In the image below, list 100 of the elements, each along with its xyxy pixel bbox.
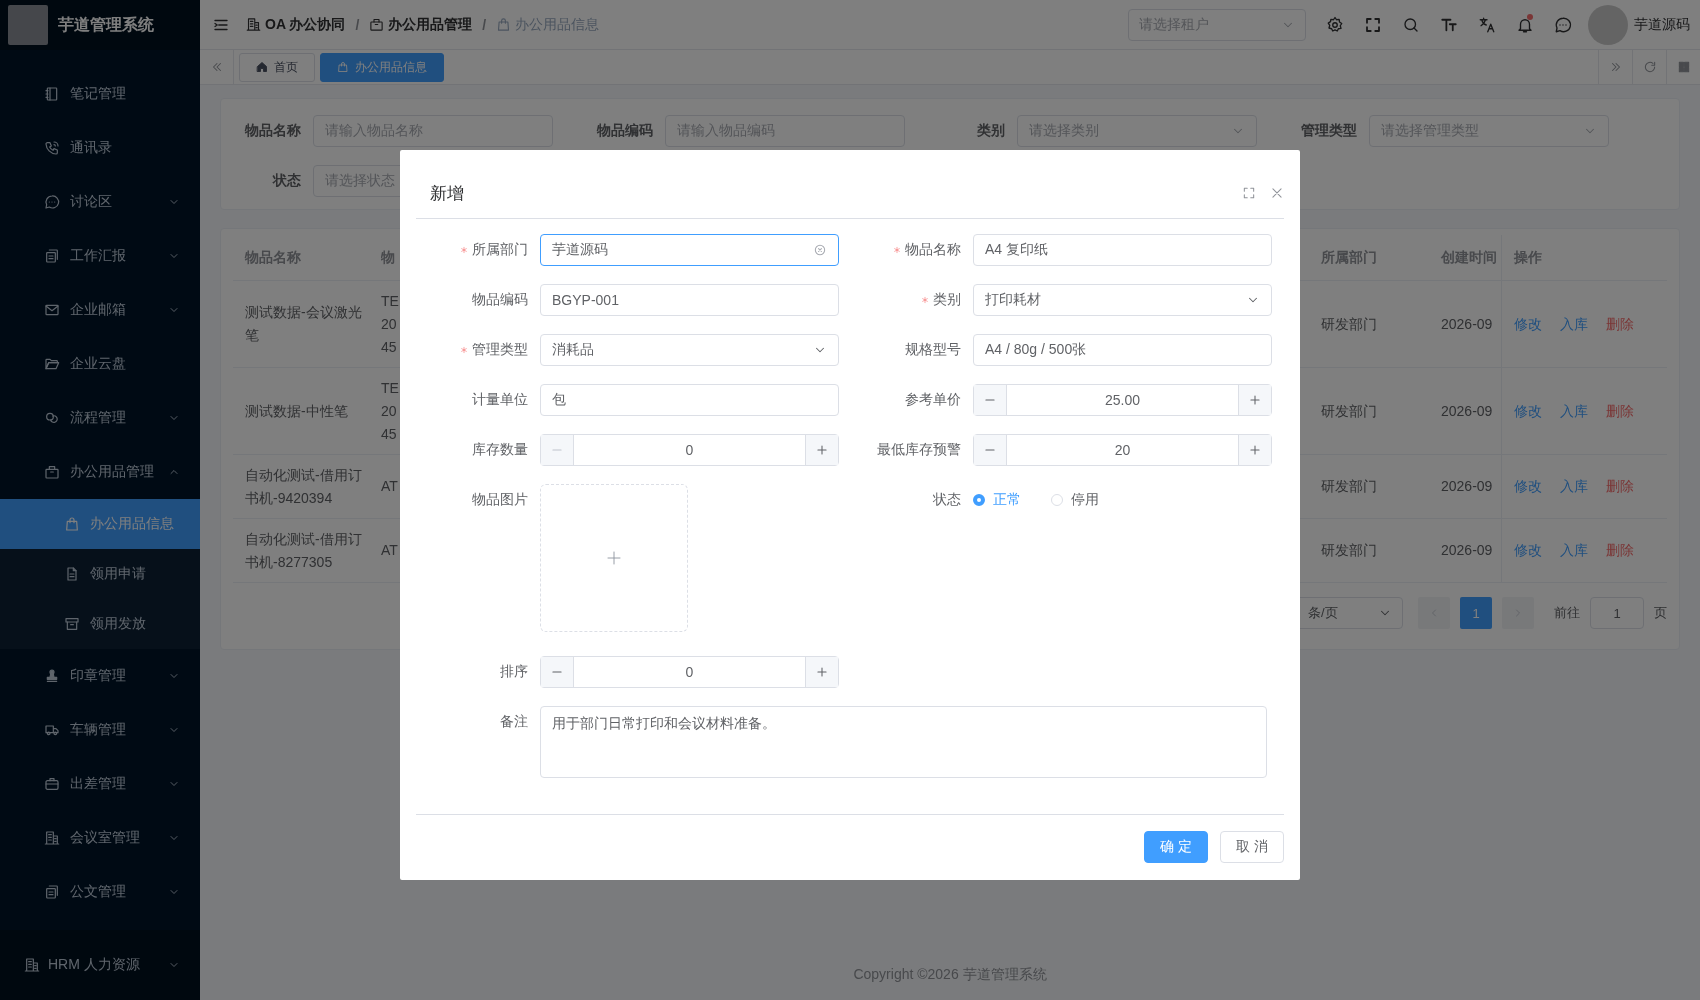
- page-input[interactable]: 1: [1590, 597, 1644, 629]
- sidebar-item[interactable]: 办公用品管理: [0, 445, 200, 499]
- sidebar-item[interactable]: 企业云盘: [0, 337, 200, 391]
- input-field[interactable]: A4 复印纸: [973, 234, 1272, 266]
- sidebar-subitem[interactable]: 领用发放: [0, 599, 200, 649]
- number-input[interactable]: 0: [540, 656, 839, 688]
- field-label: 最低库存预警: [877, 441, 961, 459]
- number-input[interactable]: 25.00: [973, 384, 1272, 416]
- radio-option[interactable]: 正常: [973, 491, 1021, 509]
- user-menu[interactable]: 芋道源码: [1588, 4, 1690, 45]
- increase-button[interactable]: [1238, 435, 1271, 465]
- sidebar-item[interactable]: 印章管理: [0, 649, 200, 703]
- select-field[interactable]: 消耗品: [540, 334, 839, 366]
- plus-icon: [605, 549, 623, 567]
- sidebar-item[interactable]: 通讯录: [0, 121, 200, 175]
- image-upload[interactable]: [540, 484, 688, 632]
- select-field[interactable]: 打印耗材: [973, 284, 1272, 316]
- field-label: 计量单位: [472, 391, 528, 409]
- delete-link[interactable]: 删除: [1606, 312, 1634, 336]
- field-label: 物品图片: [472, 491, 528, 509]
- delete-link[interactable]: 删除: [1606, 539, 1634, 562]
- breadcrumb-link[interactable]: OA 办公协同: [246, 15, 346, 34]
- action-link[interactable]: 修改: [1514, 539, 1542, 562]
- delete-link[interactable]: 删除: [1606, 399, 1634, 423]
- action-link[interactable]: 修改: [1514, 399, 1542, 423]
- page-number[interactable]: 1: [1460, 597, 1492, 629]
- refresh-icon: [1642, 60, 1657, 74]
- radio-option[interactable]: 停用: [1051, 491, 1099, 509]
- sidebar-subitem[interactable]: 领用申请: [0, 549, 200, 599]
- breadcrumb-link[interactable]: 办公用品管理: [369, 15, 473, 34]
- field-label: 规格型号: [905, 341, 961, 359]
- increase-button[interactable]: [805, 435, 838, 465]
- sidebar-item[interactable]: 会议室管理: [0, 811, 200, 865]
- close-button[interactable]: [1270, 186, 1284, 200]
- action-link[interactable]: 修改: [1514, 475, 1542, 498]
- table-cell-text: 20: [381, 314, 397, 334]
- table-cell-text: 研发部门: [1320, 401, 1378, 421]
- page-tab[interactable]: 办公用品信息: [320, 52, 444, 82]
- fullscreen-icon: [1364, 15, 1382, 34]
- breadcrumb-separator: /: [355, 16, 360, 33]
- plus-icon: [815, 443, 829, 457]
- field-label: 库存数量: [472, 441, 528, 459]
- document-stack-icon: [44, 248, 60, 264]
- table-cell-text: 测试数据-会议激光笔: [244, 303, 363, 345]
- number-input[interactable]: 0: [540, 434, 839, 466]
- decrease-button[interactable]: [541, 657, 574, 687]
- sidebar-item[interactable]: 讨论区: [0, 175, 200, 229]
- maximize-button[interactable]: [1242, 186, 1256, 200]
- increase-button[interactable]: [805, 657, 838, 687]
- input-field[interactable]: 包: [540, 384, 839, 416]
- action-link[interactable]: 修改: [1514, 312, 1542, 336]
- table-cell-text: 2026-09: [1440, 314, 1494, 334]
- table-cell-text: 45: [381, 424, 397, 444]
- building-icon: [44, 830, 60, 846]
- document-stack-icon: [44, 884, 60, 900]
- filter-label: 物品名称: [243, 122, 302, 140]
- folder-icon: [44, 356, 60, 372]
- increase-button[interactable]: [1238, 385, 1271, 415]
- stamp-icon: [44, 668, 60, 684]
- table-cell-text: 研发部门: [1320, 541, 1378, 560]
- action-link[interactable]: 入库: [1560, 399, 1588, 423]
- box-icon: [44, 464, 60, 480]
- sidebar-bottom-item[interactable]: HRM 人力资源: [0, 930, 200, 1000]
- number-input[interactable]: 20: [973, 434, 1272, 466]
- action-link[interactable]: 入库: [1560, 539, 1588, 562]
- cancel-button[interactable]: 取 消: [1220, 831, 1284, 863]
- decrease-button[interactable]: [974, 435, 1007, 465]
- action-link[interactable]: 入库: [1560, 312, 1588, 336]
- input-field[interactable]: A4 / 80g / 500张: [973, 334, 1272, 366]
- dialog-title: 新增: [430, 182, 465, 205]
- sidebar-item[interactable]: 企业邮箱: [0, 283, 200, 337]
- sidebar-item[interactable]: 工作汇报: [0, 229, 200, 283]
- textarea-field[interactable]: 用于部门日常打印和会议材料准备。: [540, 706, 1267, 778]
- field-label: 参考单价: [905, 391, 961, 409]
- decrease-button[interactable]: [974, 385, 1007, 415]
- sidebar-item[interactable]: 公文管理: [0, 865, 200, 919]
- sidebar-item[interactable]: 笔记管理: [0, 67, 200, 121]
- chat-bubble-icon: [44, 194, 60, 210]
- delete-link[interactable]: 删除: [1606, 475, 1634, 498]
- box-icon: [369, 17, 385, 32]
- table-cell-text: AT: [381, 541, 398, 560]
- confirm-button[interactable]: 确 定: [1144, 831, 1209, 863]
- sidebar-item[interactable]: 车辆管理: [0, 703, 200, 757]
- table-cell-text: 20: [381, 401, 397, 421]
- page-tab[interactable]: 首页: [239, 52, 315, 82]
- settings-icon: [1326, 15, 1344, 34]
- fullscreen-icon: [1242, 186, 1256, 200]
- breadcrumb-separator: /: [482, 16, 487, 33]
- field-label: 排序: [500, 663, 528, 681]
- input-field[interactable]: BGYP-001: [540, 284, 839, 316]
- action-link[interactable]: 入库: [1560, 475, 1588, 498]
- home-icon: [256, 61, 268, 73]
- app-title: 芋道管理系统: [58, 14, 154, 35]
- sidebar-subitem[interactable]: 办公用品信息: [0, 499, 200, 549]
- logo-image: [8, 5, 48, 45]
- field-label: 所属部门: [472, 241, 528, 259]
- sidebar-item[interactable]: 出差管理: [0, 757, 200, 811]
- bag-icon: [64, 516, 80, 532]
- sidebar-item[interactable]: 流程管理: [0, 391, 200, 445]
- select-field[interactable]: 芋道源码: [540, 234, 839, 266]
